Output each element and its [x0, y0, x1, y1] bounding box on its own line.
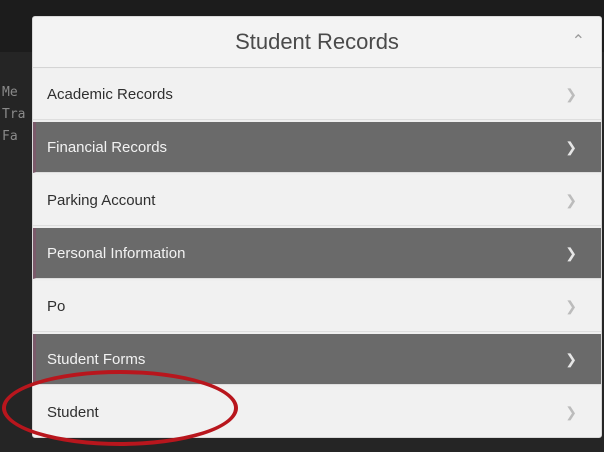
chevron-right-icon: ❯	[565, 138, 577, 155]
menu-item-po[interactable]: Po ❯	[33, 281, 601, 332]
backdrop-text-line: Fa	[2, 129, 18, 144]
menu-item-personal-information[interactable]: Personal Information ❯	[33, 228, 601, 279]
menu-item-academic-records[interactable]: Academic Records ❯	[33, 69, 601, 120]
menu-item-student-forms[interactable]: Student Forms ❯	[33, 334, 601, 385]
backdrop-text-line: Tra	[2, 107, 26, 122]
chevron-right-icon: ❯	[565, 350, 577, 367]
menu-item-student[interactable]: Student ❯	[33, 387, 601, 437]
backdrop-side-text: Me Tra Fa	[2, 82, 32, 148]
panel-header[interactable]: Student Records ⌃	[33, 17, 601, 68]
chevron-right-icon: ❯	[565, 297, 577, 314]
chevron-right-icon: ❯	[565, 244, 577, 261]
menu-item-parking-account[interactable]: Parking Account ❯	[33, 175, 601, 226]
chevron-right-icon: ❯	[565, 85, 577, 102]
records-menu: Academic Records ❯ Financial Records ❯ P…	[33, 69, 601, 437]
menu-item-label: Academic Records	[47, 85, 173, 103]
menu-item-label: Student Forms	[47, 350, 146, 368]
panel-title: Student Records	[235, 29, 399, 54]
menu-item-label: Po	[47, 297, 66, 315]
chevron-up-icon[interactable]: ⌃	[572, 31, 585, 51]
menu-item-label: Personal Information	[47, 244, 186, 262]
menu-item-label: Student	[47, 403, 99, 421]
chevron-right-icon: ❯	[565, 191, 577, 208]
student-records-panel: Student Records ⌃ Academic Records ❯ Fin…	[32, 16, 602, 438]
menu-item-label: Financial Records	[47, 138, 168, 156]
menu-item-financial-records[interactable]: Financial Records ❯	[33, 122, 601, 173]
menu-item-label: Parking Account	[47, 191, 156, 209]
backdrop-text-line: Me	[2, 85, 18, 100]
chevron-right-icon: ❯	[565, 403, 577, 420]
